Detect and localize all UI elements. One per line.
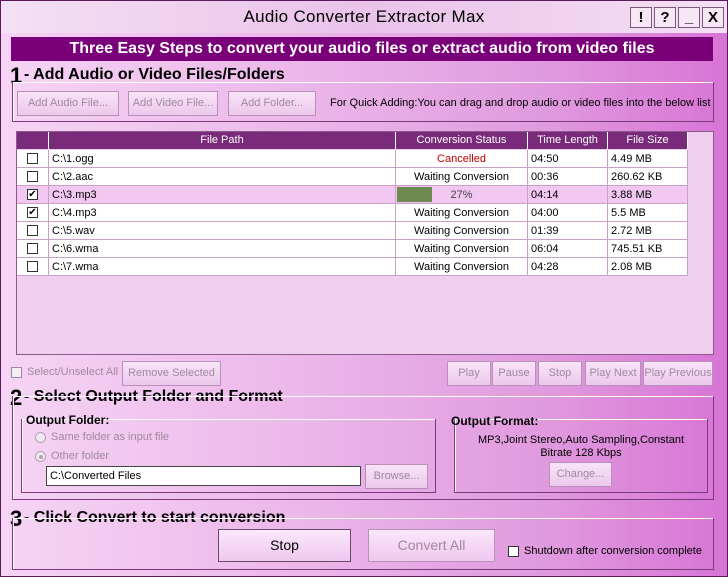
step3-group <box>12 518 714 570</box>
row-checkbox-cell[interactable] <box>17 168 49 186</box>
change-format-button[interactable]: Change... <box>549 462 612 487</box>
pause-button[interactable]: Pause <box>492 361 536 386</box>
row-path: C:\3.mp3 <box>49 186 396 204</box>
row-path: C:\4.mp3 <box>49 204 396 222</box>
exclamation-button[interactable]: ! <box>630 7 652 28</box>
quick-add-hint: For Quick Adding:You can drag and drop a… <box>330 97 711 109</box>
format-desc-line2: Bitrate 128 Kbps <box>540 447 622 459</box>
format-desc-line1: MP3,Joint Stereo,Auto Sampling,Constant <box>477 434 685 446</box>
table-row[interactable]: C:\7.wma Waiting Conversion 04:28 2.08 MB <box>17 258 689 276</box>
header-check <box>17 132 49 149</box>
table-row[interactable]: C:\5.wav Waiting Conversion 01:39 2.72 MB <box>17 222 689 240</box>
minimize-button[interactable]: _ <box>678 7 700 28</box>
stop-conversion-button[interactable]: Stop <box>218 529 351 562</box>
table-row[interactable]: ✔ C:\3.mp3 27% 04:14 3.88 MB <box>17 186 689 204</box>
same-folder-label[interactable]: Same folder as input file <box>51 431 169 443</box>
row-time: 04:14 <box>528 186 608 204</box>
row-checkbox-cell[interactable] <box>17 240 49 258</box>
row-time: 04:00 <box>528 204 608 222</box>
output-format-label: Output Format: <box>451 414 539 428</box>
play-button[interactable]: Play <box>447 361 491 386</box>
row-checkbox-cell[interactable] <box>17 258 49 276</box>
row-status: Cancelled <box>396 150 528 168</box>
table-row[interactable]: C:\1.ogg Cancelled 04:50 4.49 MB <box>17 150 689 168</box>
row-time: 04:50 <box>528 150 608 168</box>
row-checkbox[interactable]: ✔ <box>27 189 38 200</box>
header-conversion-status[interactable]: Conversion Status <box>396 132 528 149</box>
play-next-button[interactable]: Play Next <box>585 361 641 386</box>
table-row[interactable]: C:\2.aac Waiting Conversion 00:36 260.62 KB <box>17 168 689 186</box>
row-size: 2.72 MB <box>608 222 688 240</box>
row-checkbox[interactable] <box>27 153 38 164</box>
row-size: 4.49 MB <box>608 150 688 168</box>
close-button[interactable]: X <box>702 7 724 28</box>
steps-banner: Three Easy Steps to convert your audio f… <box>11 37 713 61</box>
row-path: C:\5.wav <box>49 222 396 240</box>
help-button[interactable]: ? <box>654 7 676 28</box>
other-folder-label[interactable]: Other folder <box>51 450 109 462</box>
row-time: 06:04 <box>528 240 608 258</box>
play-previous-button[interactable]: Play Previous <box>643 361 713 386</box>
add-audio-file-button[interactable]: Add Audio File... <box>17 91 119 116</box>
row-checkbox[interactable] <box>27 171 38 182</box>
stop-play-button[interactable]: Stop <box>538 361 582 386</box>
browse-button[interactable]: Browse... <box>365 464 428 489</box>
row-checkbox-cell[interactable] <box>17 222 49 240</box>
row-size: 5.5 MB <box>608 204 688 222</box>
row-time: 04:28 <box>528 258 608 276</box>
row-size: 260.62 KB <box>608 168 688 186</box>
header-file-size[interactable]: File Size <box>608 132 688 149</box>
row-status: Waiting Conversion <box>396 204 528 222</box>
progress-text: 27% <box>450 189 473 201</box>
row-checkbox[interactable]: ✔ <box>27 207 38 218</box>
row-checkbox[interactable] <box>27 261 38 272</box>
other-folder-radio[interactable] <box>35 451 46 462</box>
row-status: 27% <box>396 186 528 204</box>
row-checkbox-cell[interactable]: ✔ <box>17 204 49 222</box>
title-bar[interactable]: Audio Converter Extractor Max ! ? _ X <box>1 1 727 33</box>
header-time-length[interactable]: Time Length <box>528 132 608 149</box>
row-status: Waiting Conversion <box>396 258 528 276</box>
row-checkbox[interactable] <box>27 243 38 254</box>
row-time: 01:39 <box>528 222 608 240</box>
row-checkbox-cell[interactable] <box>17 150 49 168</box>
convert-all-button[interactable]: Convert All <box>368 529 495 562</box>
file-list[interactable]: File Path Conversion Status Time Length … <box>16 131 714 355</box>
row-status: Waiting Conversion <box>396 222 528 240</box>
row-status: Waiting Conversion <box>396 240 528 258</box>
select-all-checkbox[interactable] <box>11 367 22 378</box>
row-size: 2.08 MB <box>608 258 688 276</box>
remove-selected-button[interactable]: Remove Selected <box>122 361 221 386</box>
add-video-file-button[interactable]: Add Video File... <box>128 91 218 116</box>
row-status: Waiting Conversion <box>396 168 528 186</box>
shutdown-checkbox[interactable] <box>508 546 519 557</box>
header-file-path[interactable]: File Path <box>49 132 396 149</box>
output-folder-label: Output Folder: <box>26 413 110 427</box>
window-title: Audio Converter Extractor Max <box>243 7 485 26</box>
row-path: C:\1.ogg <box>49 150 396 168</box>
table-row[interactable]: C:\6.wma Waiting Conversion 06:04 745.51 KB <box>17 240 689 258</box>
row-time: 00:36 <box>528 168 608 186</box>
progress-bar-fill <box>397 187 432 202</box>
shutdown-label[interactable]: Shutdown after conversion complete <box>524 545 702 557</box>
row-checkbox[interactable] <box>27 225 38 236</box>
add-folder-button[interactable]: Add Folder... <box>228 91 316 116</box>
row-path: C:\7.wma <box>49 258 396 276</box>
row-size: 3.88 MB <box>608 186 688 204</box>
app-window: Audio Converter Extractor Max ! ? _ X Th… <box>0 0 728 577</box>
table-row[interactable]: ✔ C:\4.mp3 Waiting Conversion 04:00 5.5 MB <box>17 204 689 222</box>
row-checkbox-cell[interactable]: ✔ <box>17 186 49 204</box>
select-all-label[interactable]: Select/Unselect All <box>27 366 118 378</box>
row-path: C:\2.aac <box>49 168 396 186</box>
output-folder-input[interactable]: C:\Converted Files <box>46 466 361 486</box>
same-folder-radio[interactable] <box>35 432 46 443</box>
row-path: C:\6.wma <box>49 240 396 258</box>
row-size: 745.51 KB <box>608 240 688 258</box>
